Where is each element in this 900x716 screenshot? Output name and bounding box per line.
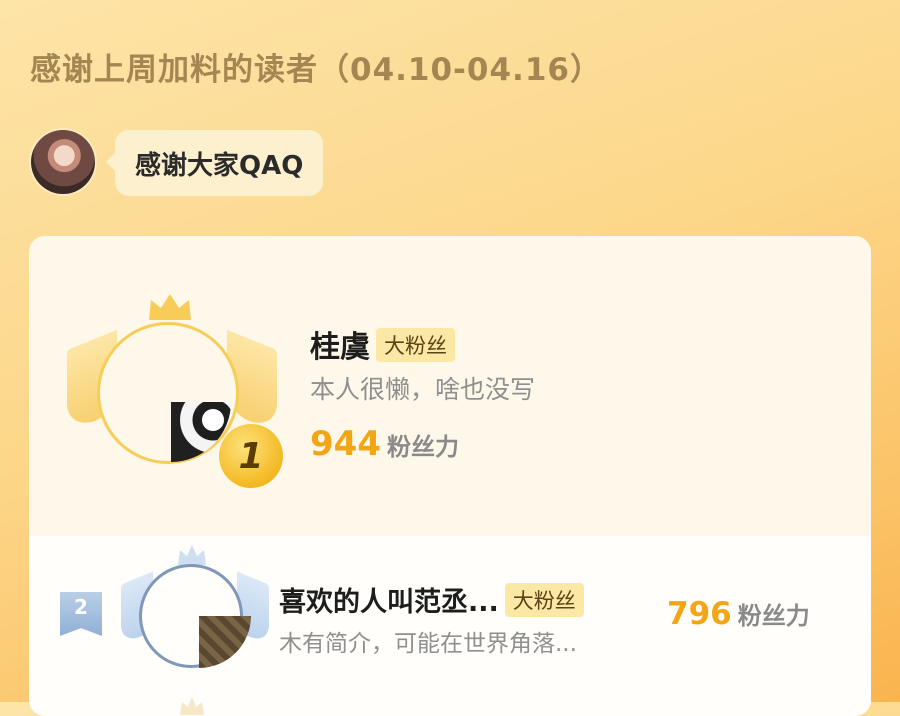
author-avatar[interactable] <box>31 130 95 194</box>
rank-1-score-value: 944 <box>310 424 381 464</box>
rank-2-fan-badge: 大粉丝 <box>504 583 584 617</box>
rank-1-name[interactable]: 桂虞 大粉丝 <box>310 322 455 366</box>
rank-2-name-text[interactable]: 喜欢的人叫范丞... <box>279 587 499 618</box>
rank-1-avatar-frame[interactable]: 1 <box>67 292 283 488</box>
rank-2-name[interactable]: 喜欢的人叫范丞... 大粉丝 <box>279 580 584 619</box>
author-speech-bubble: 感谢大家QAQ <box>105 130 324 196</box>
rank-2-score: 796 粉丝力 <box>667 596 810 632</box>
rank-1-fan-badge: 大粉丝 <box>376 328 455 362</box>
rank-1-score-unit: 粉丝力 <box>386 433 459 461</box>
rank-1-bio: 本人很懒，啥也没写 <box>310 375 536 404</box>
crown-icon <box>180 697 204 715</box>
crown-icon <box>178 545 206 565</box>
rank-2-bio: 木有简介，可能在世界角落... <box>279 631 577 657</box>
author-message-text: 感谢大家QAQ <box>135 150 304 181</box>
rank-2-score-value: 796 <box>667 596 732 632</box>
rank-1-ring <box>97 322 239 464</box>
crown-icon <box>149 294 191 320</box>
rank-2-avatar-frame[interactable] <box>121 544 269 674</box>
ranking-card: 1 桂虞 大粉丝 本人很懒，啥也没写 944 粉丝力 2 喜欢的人叫范丞... 大粉丝… <box>29 236 871 716</box>
rank-2-avatar <box>199 616 251 668</box>
rank-1-name-text[interactable]: 桂虞 <box>310 330 370 365</box>
rank-1-medal: 1 <box>219 424 283 488</box>
rank-1-score: 944 粉丝力 <box>310 424 459 464</box>
rank-2-score-unit: 粉丝力 <box>737 602 810 630</box>
page-title: 感谢上周加料的读者（04.10-04.16） <box>30 52 602 88</box>
